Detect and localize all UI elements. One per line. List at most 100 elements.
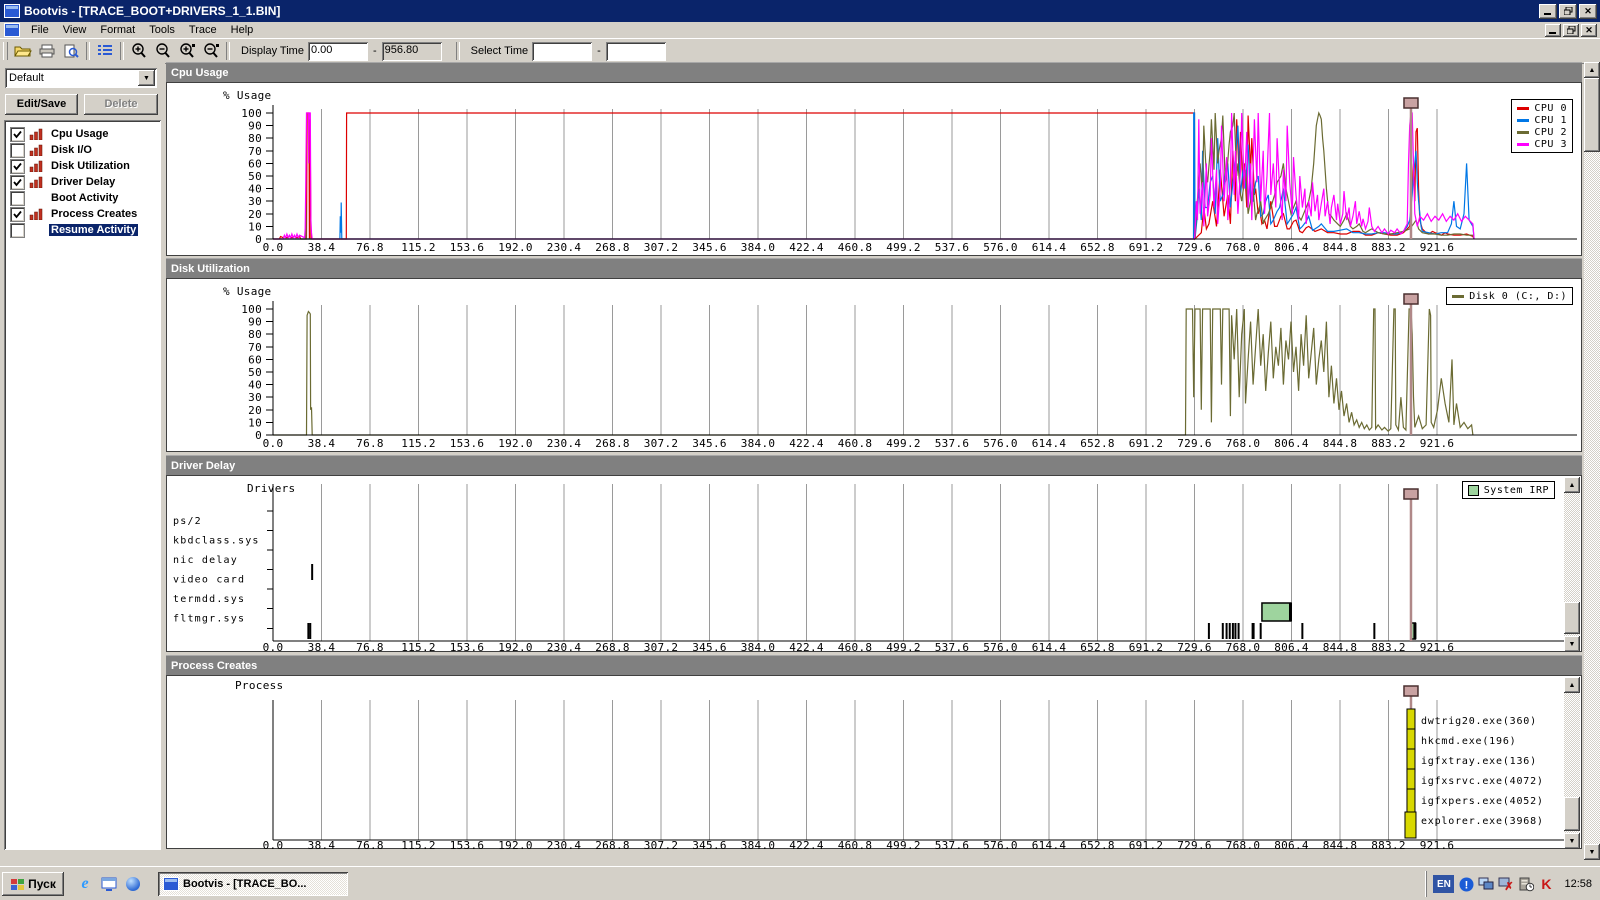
- panel-header-disk-utilization[interactable]: Disk Utilization: [166, 258, 1582, 278]
- checkbox-unchecked[interactable]: [10, 191, 25, 206]
- checkbox-checked[interactable]: [10, 207, 25, 222]
- layer-item-disk-i-o[interactable]: Disk I/O: [10, 142, 161, 158]
- process-create-bar[interactable]: [1405, 812, 1416, 838]
- svg-text:268.8: 268.8: [595, 437, 630, 450]
- svg-text:921.6: 921.6: [1420, 437, 1455, 450]
- menu-item-trace[interactable]: Trace: [182, 23, 224, 37]
- svg-text:60: 60: [248, 353, 262, 366]
- menu-item-help[interactable]: Help: [224, 23, 261, 37]
- bar-chart-icon: [29, 160, 45, 172]
- scheduler-icon[interactable]: [1518, 876, 1534, 892]
- language-indicator[interactable]: EN: [1433, 875, 1454, 893]
- scroll-down-arrow[interactable]: ▼: [1564, 636, 1580, 652]
- scroll-up-arrow[interactable]: ▲: [1564, 477, 1580, 493]
- svg-text:153.6: 153.6: [450, 241, 485, 254]
- svg-text:652.8: 652.8: [1080, 839, 1115, 850]
- svg-text:384.0: 384.0: [741, 839, 776, 850]
- scroll-up-arrow[interactable]: ▲: [1564, 677, 1580, 693]
- doc-close-button[interactable]: ✕: [1581, 24, 1597, 37]
- desktop-icon[interactable]: [100, 875, 118, 893]
- legend-entry: System IRP: [1468, 484, 1549, 496]
- restore-button[interactable]: [1559, 4, 1577, 19]
- time-slider-marker[interactable]: [1404, 489, 1418, 641]
- panel-vertical-scrollbar[interactable]: ▲▼: [1564, 677, 1580, 849]
- select-time-from-field[interactable]: [532, 42, 592, 61]
- edit-save-button[interactable]: Edit/Save: [5, 94, 78, 115]
- layer-label: Disk I/O: [49, 144, 94, 156]
- close-button[interactable]: ✕: [1579, 4, 1597, 19]
- svg-text:576.0: 576.0: [983, 839, 1018, 850]
- svg-text:384.0: 384.0: [741, 241, 776, 254]
- panel-header-cpu-usage[interactable]: Cpu Usage: [166, 62, 1582, 82]
- svg-text:10: 10: [248, 220, 262, 233]
- checkbox-unchecked[interactable]: [10, 143, 25, 158]
- menu-item-tools[interactable]: Tools: [142, 23, 182, 37]
- menu-item-file[interactable]: File: [24, 23, 56, 37]
- layer-label: Disk Utilization: [49, 160, 132, 172]
- system-irp-event[interactable]: [1262, 603, 1291, 621]
- menu-item-format[interactable]: Format: [93, 23, 142, 37]
- layer-item-cpu-usage[interactable]: Cpu Usage: [10, 126, 161, 142]
- bar-chart-icon: [29, 208, 45, 220]
- layer-item-resume-activity[interactable]: Resume Activity: [10, 222, 161, 238]
- panel-vertical-scrollbar[interactable]: ▲▼: [1564, 477, 1580, 652]
- kaspersky-icon[interactable]: K: [1538, 876, 1554, 892]
- checkbox-unchecked[interactable]: [10, 223, 25, 238]
- open-button[interactable]: [11, 41, 35, 62]
- checkbox-checked[interactable]: [10, 159, 25, 174]
- zoom-out-button[interactable]: [151, 41, 175, 62]
- scrollbar-thumb[interactable]: [1584, 78, 1600, 152]
- checkbox-checked[interactable]: [10, 175, 25, 190]
- svg-text:499.2: 499.2: [886, 641, 921, 653]
- zoom-in-button[interactable]: [127, 41, 151, 62]
- ie-icon[interactable]: e: [76, 875, 94, 893]
- layer-item-boot-activity[interactable]: Boot Activity: [10, 190, 161, 206]
- main-vertical-scrollbar[interactable]: ▲ ▼: [1584, 62, 1600, 860]
- panel-header-driver-delay[interactable]: Driver Delay: [166, 455, 1582, 475]
- process-create-bar[interactable]: [1407, 789, 1415, 812]
- print-preview-button[interactable]: [59, 41, 83, 62]
- update-icon[interactable]: !: [1458, 876, 1474, 892]
- svg-text:652.8: 652.8: [1080, 641, 1115, 653]
- select-time-to-field[interactable]: [606, 42, 666, 61]
- minimize-button[interactable]: [1539, 4, 1557, 19]
- task-button-label: Bootvis - [TRACE_BO...: [183, 878, 306, 890]
- window-title: Bootvis - [TRACE_BOOT+DRIVERS_1_1.BIN]: [24, 4, 280, 18]
- svg-text:576.0: 576.0: [983, 241, 1018, 254]
- zoom-in-time-button[interactable]: [175, 41, 199, 62]
- print-button[interactable]: [35, 41, 59, 62]
- preset-combobox[interactable]: Default ▼: [5, 68, 157, 88]
- checkbox-checked[interactable]: [10, 127, 25, 142]
- app-icon[interactable]: [4, 4, 20, 18]
- scroll-down-arrow[interactable]: ▼: [1564, 833, 1580, 849]
- svg-text:576.0: 576.0: [983, 641, 1018, 653]
- panel-header-process-creates[interactable]: Process Creates: [166, 655, 1582, 675]
- zoom-out-time-button[interactable]: [199, 41, 223, 62]
- layer-item-driver-delay[interactable]: Driver Delay: [10, 174, 161, 190]
- bar-chart-icon: [29, 144, 45, 156]
- svg-text:153.6: 153.6: [450, 641, 485, 653]
- scroll-down-arrow[interactable]: ▼: [1584, 844, 1600, 860]
- layer-item-disk-utilization[interactable]: Disk Utilization: [10, 158, 161, 174]
- sphere-icon[interactable]: [124, 875, 142, 893]
- range-dash: -: [597, 45, 601, 57]
- network-icon[interactable]: [1478, 876, 1494, 892]
- scroll-up-arrow[interactable]: ▲: [1584, 62, 1600, 78]
- network-offline-icon[interactable]: ✗: [1498, 876, 1514, 892]
- scrollbar-thumb[interactable]: [1564, 797, 1580, 831]
- menu-item-view[interactable]: View: [56, 23, 94, 37]
- task-button-bootvis[interactable]: Bootvis - [TRACE_BO...: [158, 872, 348, 896]
- doc-minimize-button[interactable]: [1545, 24, 1561, 37]
- toolbar-gripper[interactable]: [3, 42, 8, 60]
- start-button[interactable]: Пуск: [2, 872, 64, 896]
- display-time-from-field[interactable]: 0.00: [308, 42, 368, 61]
- report-view-button[interactable]: [93, 41, 117, 62]
- doc-restore-button[interactable]: [1563, 24, 1579, 37]
- document-icon[interactable]: [4, 23, 20, 37]
- chevron-down-icon[interactable]: ▼: [138, 70, 155, 86]
- svg-text:230.4: 230.4: [547, 839, 582, 850]
- scrollbar-thumb[interactable]: [1564, 602, 1580, 634]
- layer-item-process-creates[interactable]: Process Creates: [10, 206, 161, 222]
- svg-text:video card: video card: [173, 575, 245, 586]
- svg-text:115.2: 115.2: [401, 839, 436, 850]
